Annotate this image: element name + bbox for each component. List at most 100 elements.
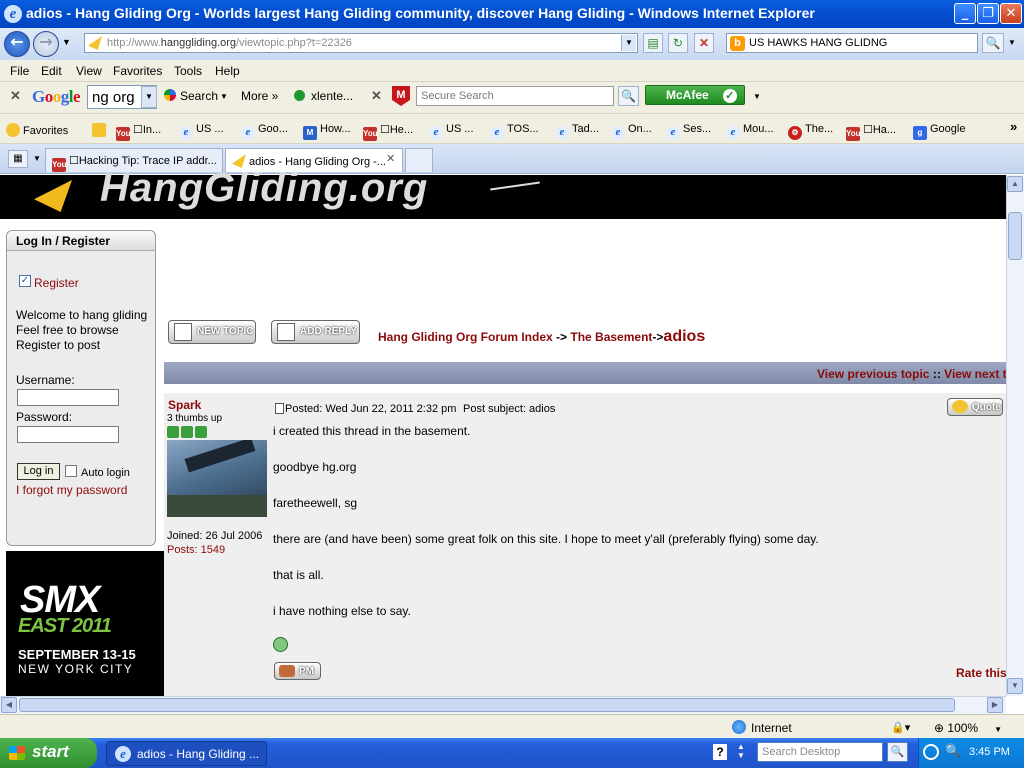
desktop-search-input[interactable]: Search Desktop [757,742,883,762]
favorite-item-14[interactable]: g Google [913,123,965,140]
favorite-item-13[interactable]: You ☐Ha... [846,123,896,141]
pm-people-icon [279,665,295,677]
mcafee-dropdown-icon[interactable]: ▼ [753,92,761,101]
mcafee-button[interactable]: McAfee ✓ [645,85,745,105]
address-bar[interactable]: http://www.hanggliding.org/viewtopic.php… [84,33,638,53]
menu-file[interactable]: File [10,64,29,78]
menu-tools[interactable]: Tools [174,64,202,78]
favorite-item-1[interactable]: You ☐In... [116,123,161,141]
breadcrumb-section[interactable]: The Basement [570,330,652,344]
view-previous-topic-link[interactable]: View previous topic [817,367,929,381]
tray-expand-icon[interactable] [923,744,939,760]
breadcrumb: Hang Gliding Org Forum Index -> The Base… [378,328,706,345]
horizontal-scrollbar[interactable]: ◀ ▶ [0,696,1006,714]
favorite-item-9[interactable]: e On... [611,123,652,140]
favorite-item-5[interactable]: You ☐He... [363,123,413,141]
network-icon[interactable]: 🔍 [945,743,961,759]
search-box[interactable]: b US HAWKS HANG GLIDNG [726,33,978,53]
clock[interactable]: 3:45 PM [969,746,1010,758]
zoom-control[interactable]: ⊕ 100% ▼ [934,721,1002,735]
pm-button[interactable]: PM [274,662,321,680]
scroll-left-arrow-icon[interactable]: ◀ [1,697,17,713]
site-logo-text[interactable]: HangGliding.org [100,166,428,219]
breadcrumb-forum-index[interactable]: Hang Gliding Org Forum Index [378,330,553,344]
help-icon[interactable]: ? [713,744,727,760]
favorite-item-4[interactable]: M How... [303,123,351,140]
favorite-item-3[interactable]: e Goo... [241,123,288,140]
toolbar2-close-icon[interactable]: ✕ [371,88,382,104]
close-button[interactable]: ✕ [1000,3,1022,24]
post-author[interactable]: Spark [168,398,201,412]
forgot-password-link[interactable]: I forgot my password [16,483,127,497]
search-options-dropdown-icon[interactable]: ▼ [1008,38,1016,47]
maximize-button[interactable]: ❐ [977,3,999,24]
stop-button[interactable]: ✕ [694,33,714,53]
search-scope-arrows-icon[interactable]: ▲ ▼ [737,742,745,760]
quick-tabs-icon[interactable]: ▦ [8,150,28,168]
vertical-scrollbar[interactable]: ▲ ▼ [1006,175,1024,696]
vertical-scroll-thumb[interactable] [1008,212,1022,260]
favorite-item-10[interactable]: e Ses... [666,123,711,140]
smx-advertisement[interactable]: SMX EAST 2011 SEPTEMBER 13-15 NEW YORK C… [6,551,165,696]
favorite-item-7[interactable]: e TOS... [490,123,539,140]
quote-button[interactable]: Quote [947,398,1003,416]
toolbar-close-icon[interactable]: ✕ [10,88,21,104]
window-title-bar[interactable]: e adios - Hang Gliding Org - Worlds larg… [0,0,1024,28]
favorites-overflow-chevron-icon[interactable]: » [1010,119,1017,134]
add-reply-button[interactable]: ADD REPLY [271,320,360,344]
more-button[interactable]: More » [241,89,278,103]
favorite-item-11[interactable]: e Mou... [726,123,774,140]
recent-pages-dropdown-icon[interactable]: ▼ [62,37,71,47]
favorite-item-2[interactable]: e US ... [179,123,224,140]
menu-help[interactable]: Help [215,64,240,78]
taskbar-window-item[interactable]: e adios - Hang Gliding ... [106,741,267,766]
breadcrumb-topic[interactable]: adios [663,328,705,345]
password-input[interactable] [17,426,119,443]
tab-close-icon[interactable]: ✕ [386,152,395,165]
back-button[interactable]: ← [4,31,30,57]
xlente-button[interactable]: xlente... [311,89,353,103]
view-next-topic-link[interactable]: View next to [944,367,1014,381]
favorite-item-6[interactable]: e US ... [429,123,474,140]
username-input[interactable] [17,389,119,406]
welcome-line-1: Welcome to hang gliding [16,308,148,322]
new-topic-button[interactable]: NEW TOPIC [168,320,256,344]
refresh-button[interactable]: ↻ [668,33,688,53]
favorites-button[interactable]: Favorites [6,123,68,137]
zoom-dropdown-icon[interactable]: ▼ [994,725,1002,734]
scroll-right-arrow-icon[interactable]: ▶ [987,697,1003,713]
rate-this-link[interactable]: Rate this [956,666,1007,680]
google-search-button[interactable]: Search [180,89,218,103]
secure-search-input[interactable]: Secure Search [416,86,614,106]
favorite-item-12[interactable]: ⚙ The... [788,123,833,140]
menu-favorites[interactable]: Favorites [113,64,162,78]
register-checkbox-icon[interactable]: ✓ [19,275,31,287]
google-query-dropdown-icon[interactable]: ▼ [141,86,157,108]
compatibility-view-icon[interactable]: ▤ [643,33,663,53]
forward-button[interactable]: → [33,31,59,57]
search-dropdown-icon[interactable]: ▼ [220,92,228,101]
post-body-line-3: faretheewell, sg [273,496,358,510]
msn-icon: M [303,126,317,140]
address-url: http://www.hanggliding.org/viewtopic.php… [107,37,352,49]
menu-view[interactable]: View [76,64,102,78]
horizontal-scroll-thumb[interactable] [19,698,955,712]
auto-login-checkbox[interactable] [65,465,77,477]
secure-search-go-icon[interactable]: 🔍 [618,86,639,106]
favorite-item-8[interactable]: e Tad... [555,123,599,140]
scroll-down-arrow-icon[interactable]: ▼ [1007,678,1023,694]
minimize-button[interactable]: _ [954,3,976,24]
add-to-favorites-bar-icon[interactable] [92,123,109,137]
login-button[interactable]: Log in [17,463,60,480]
register-link[interactable]: Register [34,276,79,290]
protected-mode-icon[interactable]: 🔒▾ [891,721,910,734]
address-dropdown-icon[interactable]: ▼ [621,35,636,51]
scroll-up-arrow-icon[interactable]: ▲ [1007,176,1023,192]
desktop-search-go-icon[interactable]: 🔍 [887,742,908,762]
tab-list-dropdown-icon[interactable]: ▼ [33,154,41,163]
start-button[interactable]: start [0,738,97,768]
search-go-icon[interactable]: 🔍 [982,33,1004,53]
ad-city: NEW YORK CITY [18,662,134,676]
menu-edit[interactable]: Edit [41,64,62,78]
ie-page-icon: e [179,126,193,140]
